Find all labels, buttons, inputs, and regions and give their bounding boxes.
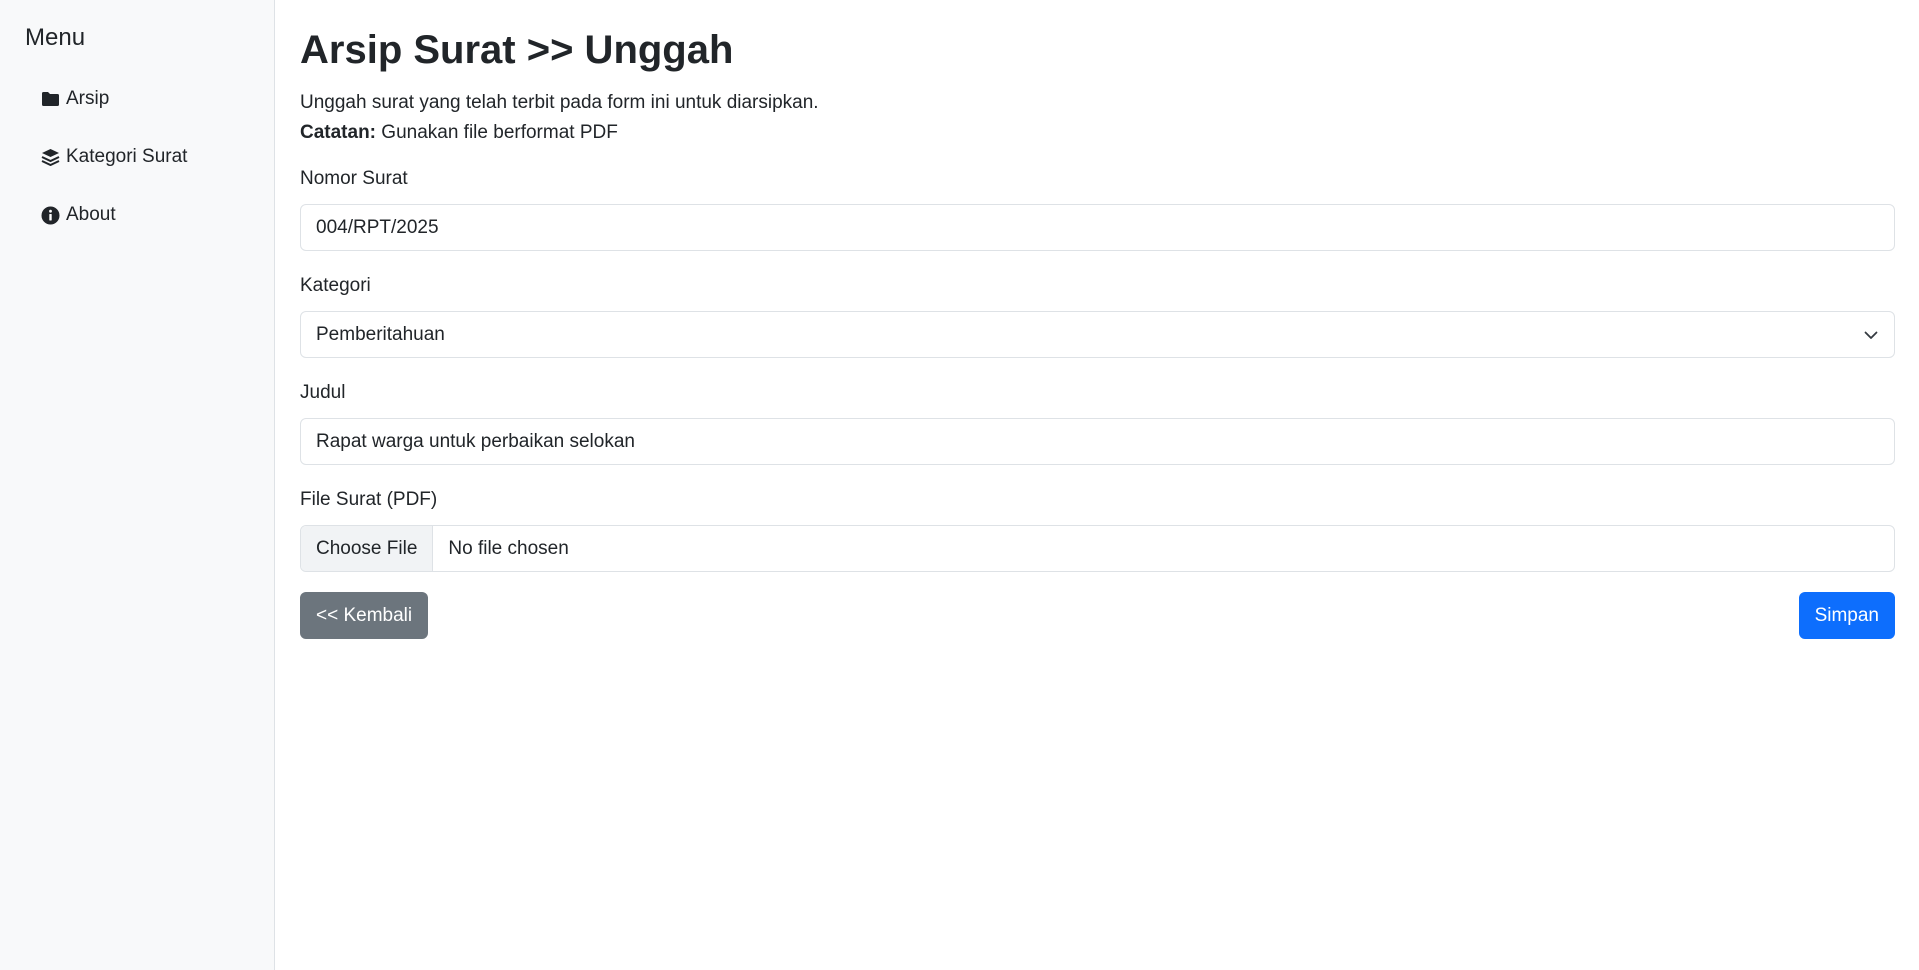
chevron-down-icon [1863,327,1879,343]
page-note: Catatan: Gunakan file berformat PDF [300,118,1895,148]
sidebar-item-label: Kategori Surat [66,146,188,167]
folder-icon [40,89,60,109]
nomor-surat-input[interactable]: 004/RPT/2025 [300,204,1895,251]
file-label: File Surat (PDF) [300,489,438,510]
kategori-field: Kategori Pemberitahuan [300,275,1895,358]
kategori-select[interactable]: Pemberitahuan [300,311,1895,358]
sidebar: Menu Arsip Kategori Surat About [0,0,275,970]
note-label: Catatan: [300,122,377,143]
sidebar-item-label: About [66,204,116,225]
judul-label: Judul [300,382,346,403]
page-title: Arsip Surat >> Unggah [300,28,734,72]
sidebar-item-label: Arsip [66,88,110,109]
file-field: File Surat (PDF) Choose File No file cho… [300,489,1895,572]
file-input[interactable]: Choose File No file chosen [300,525,1895,572]
form-actions: << Kembali Simpan [300,592,1895,639]
layers-icon [40,147,60,167]
back-button[interactable]: << Kembali [300,592,429,639]
page-description: Unggah surat yang telah terbit pada form… [300,92,819,113]
sidebar-item-about[interactable]: About [0,186,274,244]
file-status-text: No file chosen [448,537,569,559]
save-button[interactable]: Simpan [1798,592,1895,639]
kategori-label: Kategori [300,275,371,296]
nomor-surat-value: 004/RPT/2025 [316,216,439,238]
sidebar-item-kategori-surat[interactable]: Kategori Surat [0,128,274,186]
sidebar-title: Menu [25,24,86,51]
nomor-surat-field: Nomor Surat 004/RPT/2025 [300,168,1895,251]
choose-file-button[interactable]: Choose File [301,526,434,571]
app: Menu Arsip Kategori Surat About Arsip Su… [0,0,1919,970]
main-content: Arsip Surat >> Unggah Unggah surat yang … [275,0,1919,970]
kategori-selected-value: Pemberitahuan [316,323,445,345]
sidebar-item-arsip[interactable]: Arsip [0,70,274,128]
judul-value: Rapat warga untuk perbaikan selokan [316,430,635,452]
judul-input[interactable]: Rapat warga untuk perbaikan selokan [300,418,1895,465]
info-icon [40,205,60,225]
nomor-surat-label: Nomor Surat [300,168,408,189]
judul-field: Judul Rapat warga untuk perbaikan seloka… [300,382,1895,465]
note-text: Gunakan file berformat PDF [376,122,618,143]
